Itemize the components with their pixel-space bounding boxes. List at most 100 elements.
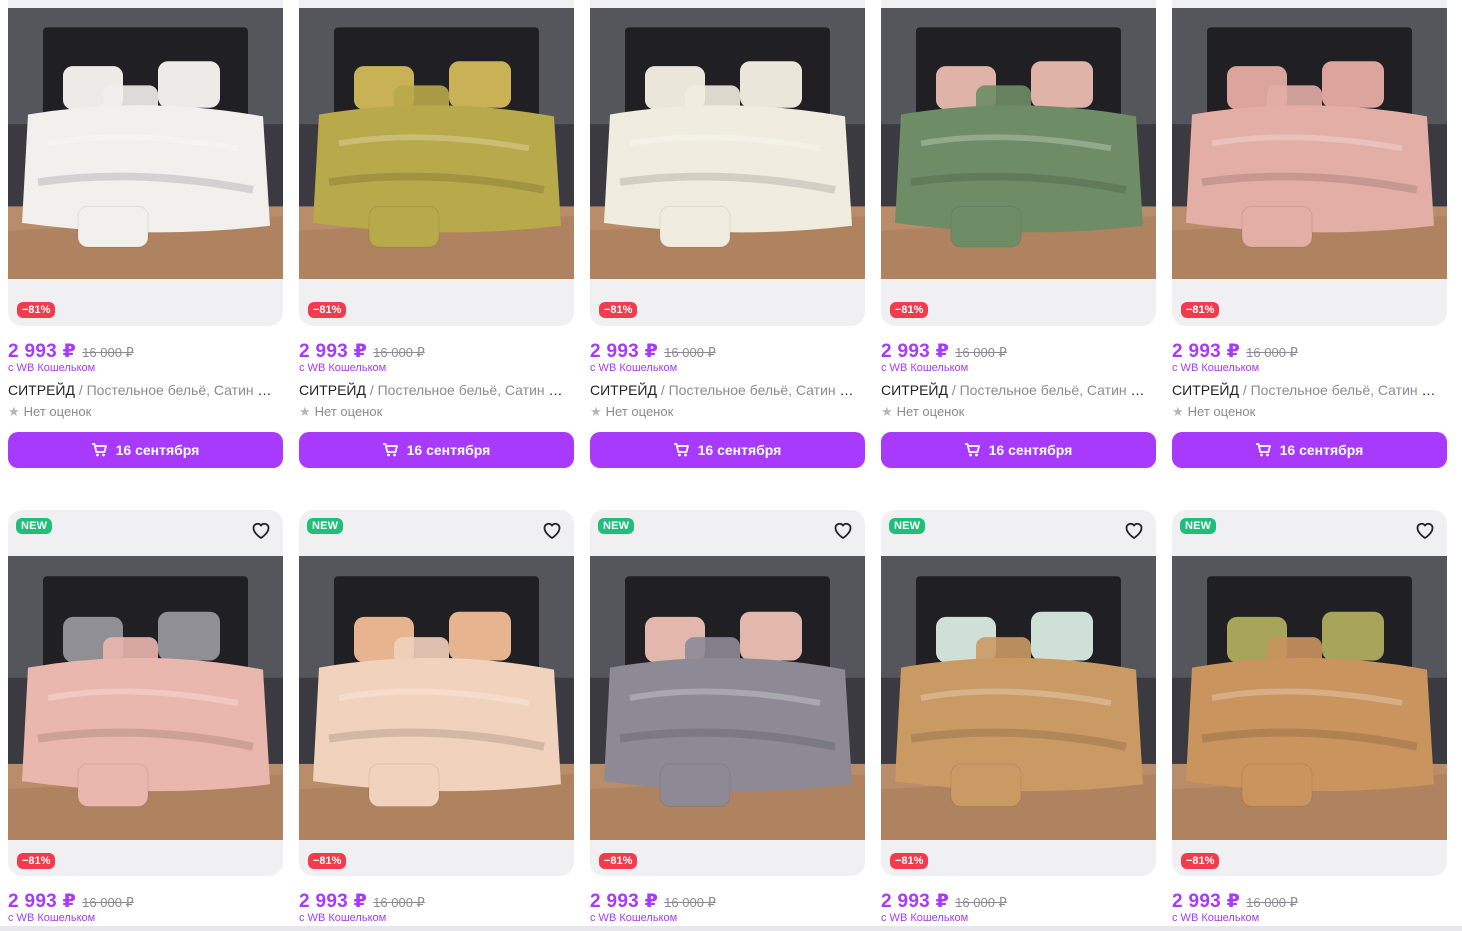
old-price: 16 000 ₽ [955,895,1007,910]
product-photo[interactable] [299,556,574,840]
star-icon: ★ [1172,404,1184,419]
price: 2 993 ₽ [881,891,950,912]
new-badge: NEW [598,518,635,534]
wallet-note: с WB Кошельком [1172,362,1260,374]
delivery-date: 16 сентября [988,442,1073,458]
product-title[interactable]: СИТРЕЙД / Постельное бельё, Сатин Жаккар… [590,382,865,398]
discount-badge: −81% [308,853,347,869]
discount-badge: −81% [890,853,929,869]
product-image-area[interactable]: −81% [881,0,1156,326]
wallet-note: с WB Кошельком [299,362,387,374]
product-card[interactable]: −81% 2 993 ₽ 16 000 ₽ с WB Кошельком СИТР… [590,0,865,468]
price: 2 993 ₽ [590,341,659,362]
brand-name: СИТРЕЙД [299,382,366,398]
old-price: 16 000 ₽ [1246,895,1298,910]
wallet-note: с WB Кошельком [590,362,678,374]
rating-text: Нет оценок [896,404,965,419]
wallet-note: с WB Кошельком [8,362,96,374]
heart-icon[interactable] [831,518,855,542]
product-name: / Постельное бельё, Сатин Жаккард [369,382,574,398]
product-photo[interactable] [1172,556,1447,840]
cart-icon [964,443,980,457]
product-card[interactable]: −81% 2 993 ₽ 16 000 ₽ с WB Кошельком СИТР… [8,0,283,468]
star-icon: ★ [590,404,602,419]
rating: ★ Нет оценок [590,404,865,420]
product-name: / Постельное бельё, Сатин Жаккард [1242,382,1447,398]
new-badge: NEW [307,518,344,534]
product-image-area[interactable]: −81% [1172,0,1447,326]
add-to-cart-button[interactable]: 16 сентября [8,432,283,468]
product-card[interactable]: −81% 2 993 ₽ 16 000 ₽ с WB Кошельком СИТР… [881,0,1156,468]
brand-name: СИТРЕЙД [1172,382,1239,398]
cart-icon [673,443,689,457]
product-image-area[interactable]: −81% [590,0,865,326]
heart-icon[interactable] [1413,518,1437,542]
brand-name: СИТРЕЙД [590,382,657,398]
product-image-area[interactable]: NEW −81% [1172,510,1447,876]
product-photo[interactable] [299,8,574,279]
old-price: 16 000 ₽ [1246,345,1298,360]
product-photo[interactable] [590,8,865,279]
old-price: 16 000 ₽ [664,895,716,910]
product-name: / Постельное бельё, Сатин Жаккард [78,382,283,398]
product-card[interactable]: −81% 2 993 ₽ 16 000 ₽ с WB Кошельком СИТР… [299,0,574,468]
wallet-note: с WB Кошельком [881,362,969,374]
star-icon: ★ [8,404,20,419]
star-icon: ★ [299,404,311,419]
add-to-cart-button[interactable]: 16 сентября [299,432,574,468]
product-image-area[interactable]: −81% [299,0,574,326]
cart-icon [91,443,107,457]
price: 2 993 ₽ [299,341,368,362]
price: 2 993 ₽ [299,891,368,912]
rating-text: Нет оценок [23,404,92,419]
product-card[interactable]: NEW −81% 2 993 ₽ 16 000 ₽ с WB Кошельком [299,510,574,926]
product-title[interactable]: СИТРЕЙД / Постельное бельё, Сатин Жаккар… [1172,382,1447,398]
rating: ★ Нет оценок [881,404,1156,420]
discount-badge: −81% [599,302,638,318]
heart-icon[interactable] [540,518,564,542]
product-card[interactable]: NEW −81% 2 993 ₽ 16 000 ₽ с WB Кошельком [881,510,1156,926]
product-card[interactable]: NEW −81% 2 993 ₽ 16 000 ₽ с WB Кошельком [1172,510,1447,926]
product-image-area[interactable]: NEW −81% [8,510,283,876]
add-to-cart-button[interactable]: 16 сентября [1172,432,1447,468]
delivery-date: 16 сентября [406,442,491,458]
heart-icon[interactable] [1122,518,1146,542]
wallet-note: с WB Кошельком [1172,912,1260,924]
product-title[interactable]: СИТРЕЙД / Постельное бельё, Сатин Жаккар… [8,382,283,398]
product-card[interactable]: −81% 2 993 ₽ 16 000 ₽ с WB Кошельком СИТР… [1172,0,1447,468]
rating-text: Нет оценок [314,404,383,419]
add-to-cart-button[interactable]: 16 сентября [881,432,1156,468]
price: 2 993 ₽ [881,341,950,362]
product-card[interactable]: NEW −81% 2 993 ₽ 16 000 ₽ с WB Кошельком [8,510,283,926]
product-image-area[interactable]: −81% [8,0,283,326]
product-image-area[interactable]: NEW −81% [299,510,574,876]
new-badge: NEW [889,518,926,534]
discount-badge: −81% [17,302,56,318]
product-photo[interactable] [590,556,865,840]
old-price: 16 000 ₽ [373,345,425,360]
wallet-note: с WB Кошельком [881,912,969,924]
old-price: 16 000 ₽ [82,895,134,910]
product-photo[interactable] [1172,8,1447,279]
product-photo[interactable] [8,556,283,840]
discount-badge: −81% [308,302,347,318]
price: 2 993 ₽ [8,341,77,362]
horizontal-scrollbar[interactable] [0,926,1462,931]
product-title[interactable]: СИТРЕЙД / Постельное бельё, Сатин Жаккар… [881,382,1156,398]
price: 2 993 ₽ [8,891,77,912]
product-photo[interactable] [8,8,283,279]
heart-icon[interactable] [249,518,273,542]
product-photo[interactable] [881,556,1156,840]
discount-badge: −81% [890,302,929,318]
add-to-cart-button[interactable]: 16 сентября [590,432,865,468]
wallet-note: с WB Кошельком [299,912,387,924]
product-card[interactable]: NEW −81% 2 993 ₽ 16 000 ₽ с WB Кошельком [590,510,865,926]
product-image-area[interactable]: NEW −81% [590,510,865,876]
product-title[interactable]: СИТРЕЙД / Постельное бельё, Сатин Жаккар… [299,382,574,398]
product-image-area[interactable]: NEW −81% [881,510,1156,876]
product-photo[interactable] [881,8,1156,279]
brand-name: СИТРЕЙД [8,382,75,398]
new-badge: NEW [16,518,53,534]
wallet-note: с WB Кошельком [8,912,96,924]
old-price: 16 000 ₽ [82,345,134,360]
